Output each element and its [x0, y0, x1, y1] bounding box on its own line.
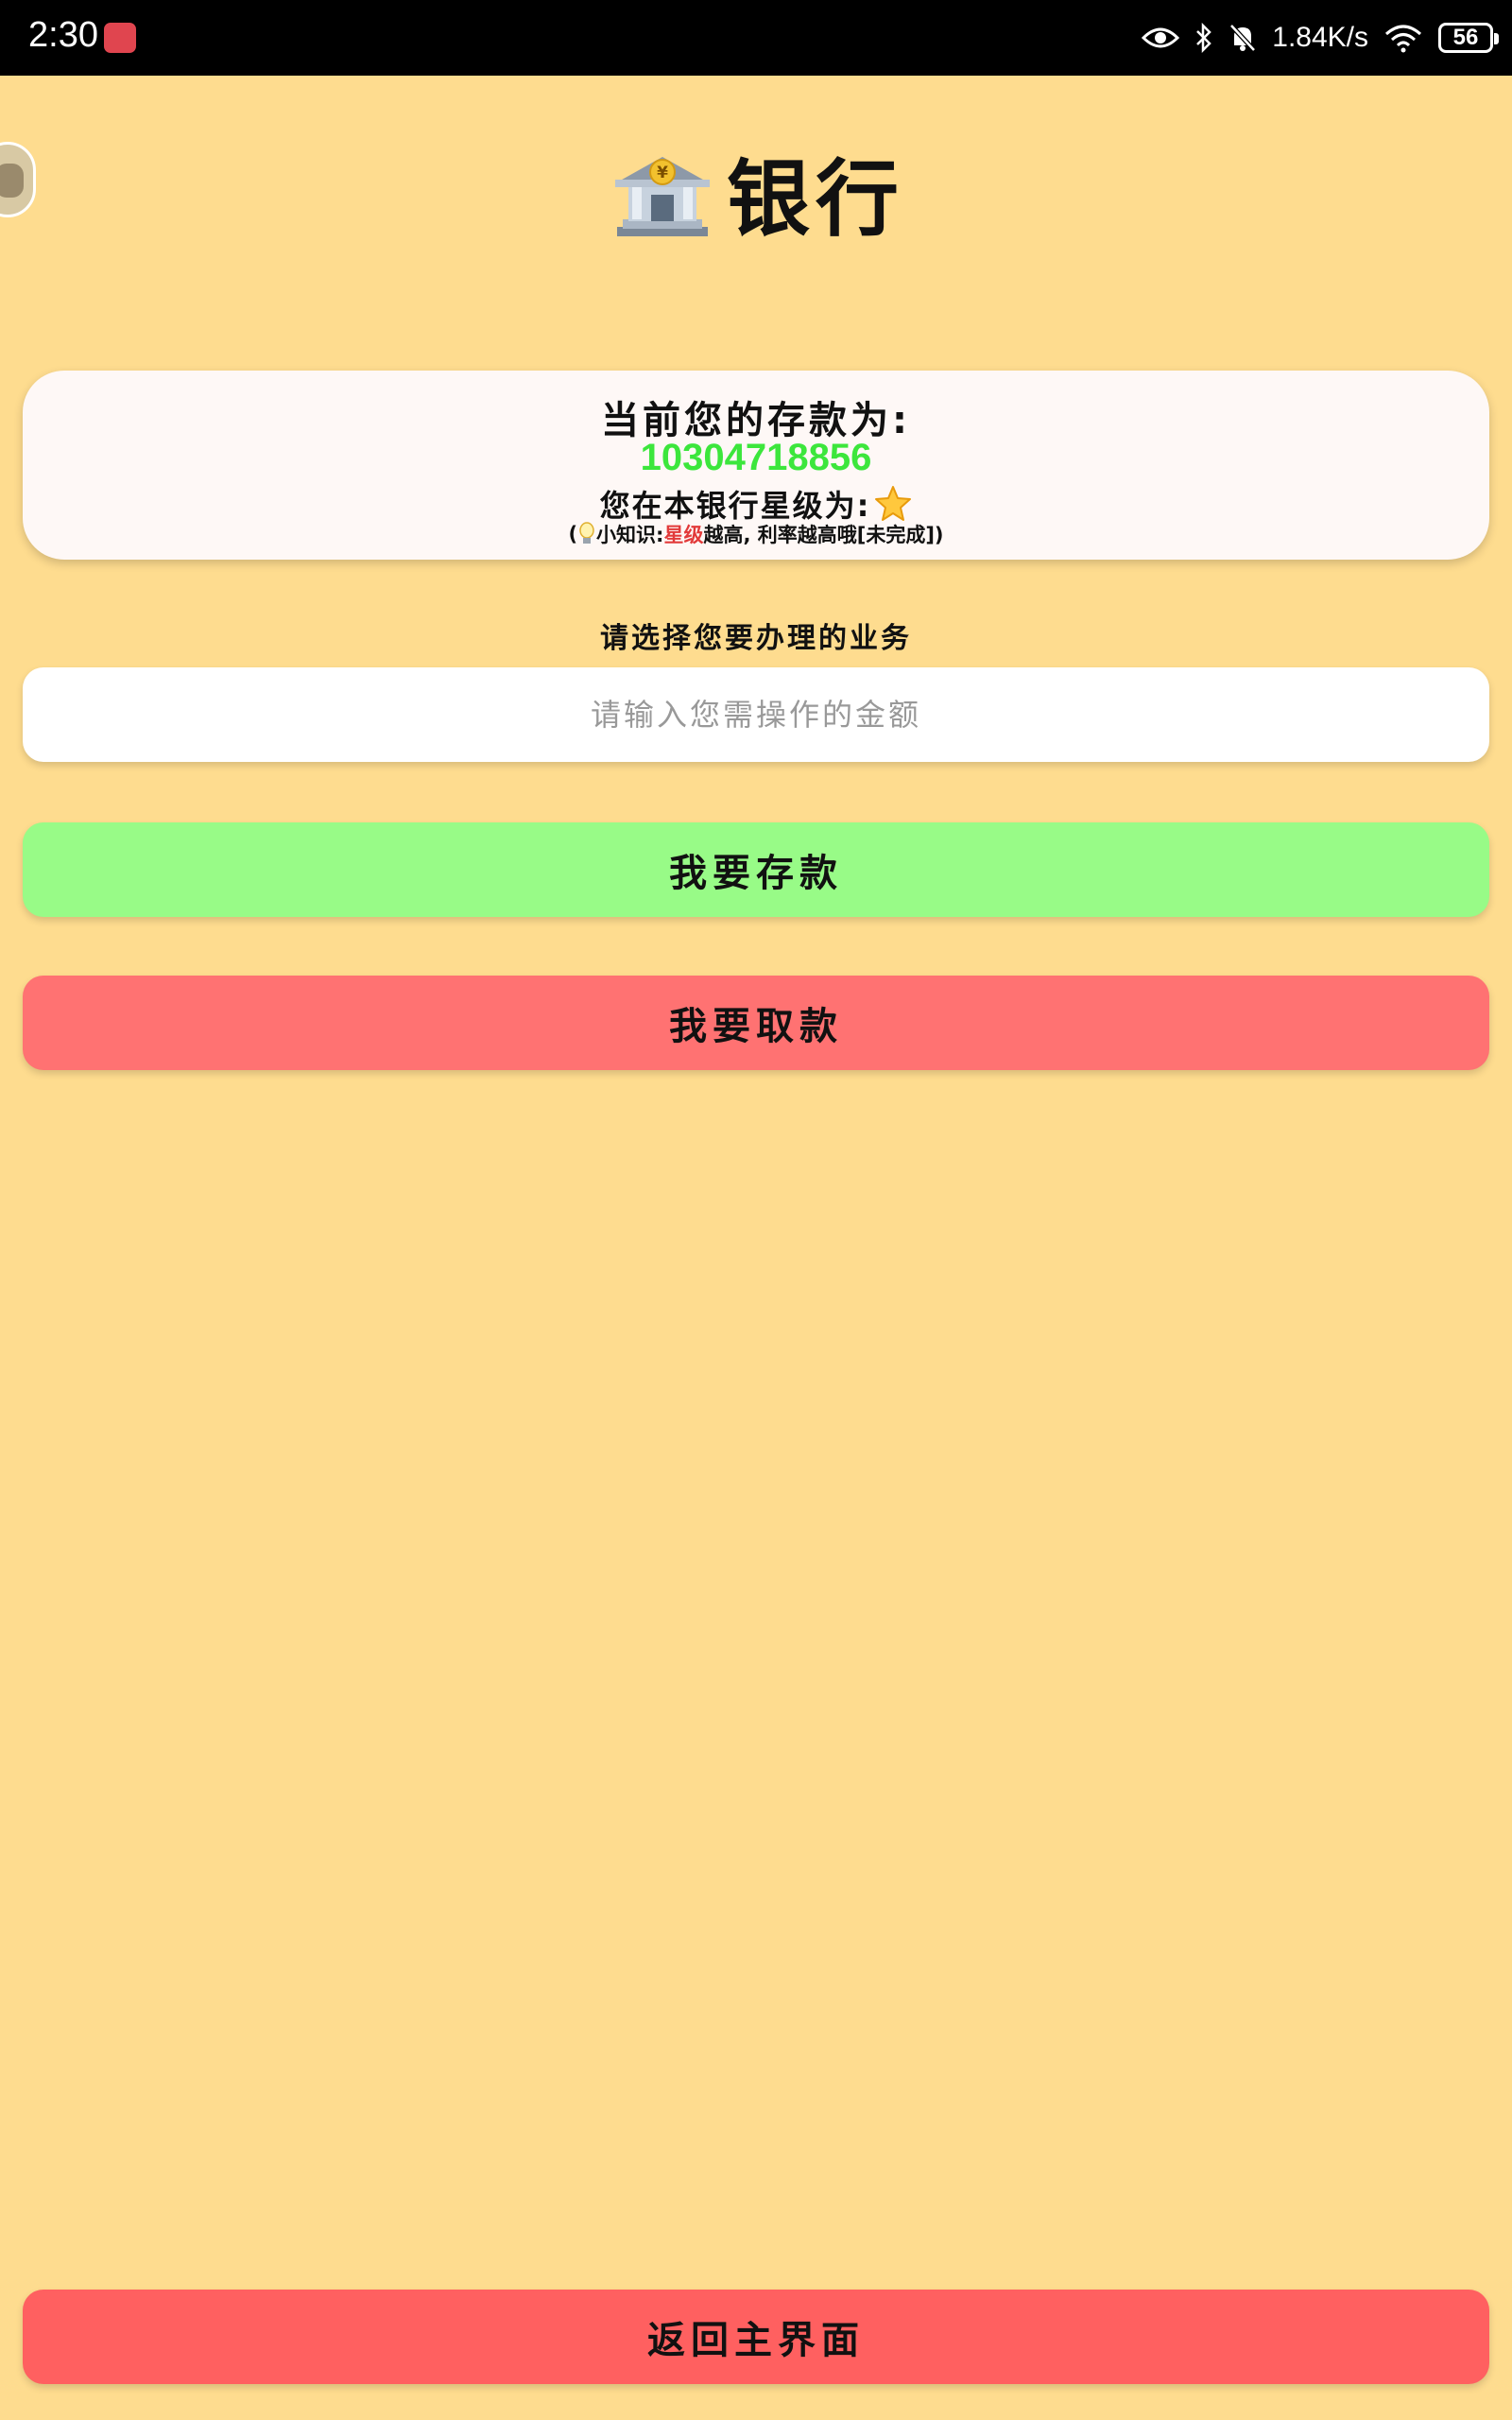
tip-highlight: 星级: [663, 524, 704, 546]
star-icon: [875, 486, 912, 521]
svg-text:¥: ¥: [657, 164, 668, 182]
tip-label: 小知识:: [596, 524, 664, 546]
status-bar: 2:30 1.84K/s 56: [0, 0, 1512, 76]
withdraw-button[interactable]: 我要取款: [23, 976, 1489, 1070]
tip-open-paren: (: [568, 523, 578, 545]
deposit-amount: 10304718856: [640, 437, 872, 478]
lightbulb-icon: [579, 522, 594, 544]
status-icons: 1.84K/s 56: [1142, 0, 1499, 76]
amount-input[interactable]: [23, 667, 1489, 762]
bluetooth-icon: [1196, 23, 1212, 53]
choose-service-label: 请选择您要办理的业务: [600, 622, 912, 655]
app-notification-icon: [104, 23, 136, 53]
bell-off-icon: [1229, 24, 1257, 52]
tip-row: ( 小知识: 星级 越高, 利率越高哦[未完成]): [23, 520, 1489, 548]
battery-icon: 56: [1438, 23, 1499, 53]
wifi-icon: [1385, 25, 1421, 53]
page-header: ¥ 银行: [0, 132, 1512, 252]
return-home-button[interactable]: 返回主界面: [23, 2290, 1489, 2384]
network-speed: 1.84K/s: [1272, 22, 1368, 53]
page-title: 银行: [726, 150, 904, 248]
deposit-button[interactable]: 我要存款: [23, 822, 1489, 917]
tip-text: 越高, 利率越高哦[未完成]): [703, 524, 944, 546]
bank-icon: ¥: [614, 156, 710, 236]
eye-icon: [1142, 27, 1180, 48]
account-info-card: 当前您的存款为: 10304718856 您在本银行星级为: ( 小知识: 星级…: [23, 371, 1489, 560]
status-time: 2:30: [28, 15, 98, 55]
